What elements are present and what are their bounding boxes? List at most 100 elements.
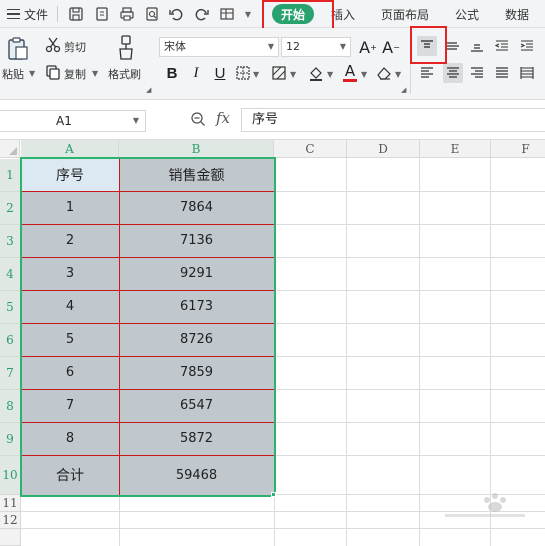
italic-button[interactable]: I <box>185 62 207 84</box>
format-painter-icon[interactable] <box>114 34 138 62</box>
save-icon[interactable] <box>66 0 86 28</box>
print-icon[interactable] <box>117 0 137 28</box>
row-header-5[interactable]: 5 <box>0 291 21 324</box>
clipboard-dialog-launcher-icon[interactable]: ◢ <box>146 86 151 94</box>
scissors-icon[interactable] <box>44 37 62 53</box>
bold-button[interactable]: B <box>161 62 183 84</box>
select-all-corner[interactable] <box>0 140 20 158</box>
gridline <box>274 495 275 546</box>
column-header-b[interactable]: B <box>119 140 274 158</box>
font-size-value: 12 <box>286 40 300 53</box>
chevron-down-icon[interactable]: ▼ <box>361 70 367 79</box>
gridline <box>490 158 491 546</box>
format-painter-button[interactable]: 格式刷 <box>108 66 141 82</box>
align-center-icon <box>447 67 459 78</box>
tab-page-layout[interactable]: 页面布局 <box>381 0 429 28</box>
column-header-f[interactable]: F <box>491 140 545 158</box>
align-middle-icon <box>447 42 459 50</box>
row-header-12[interactable]: 12 <box>0 512 21 529</box>
tab-insert[interactable]: 插入 <box>331 0 355 28</box>
grow-font-icon: A <box>359 37 371 57</box>
fx-icon[interactable]: fx <box>216 109 230 127</box>
column-header-c[interactable]: C <box>274 140 347 158</box>
column-header-a[interactable]: A <box>21 140 119 158</box>
distributed-align-button[interactable] <box>517 63 537 83</box>
row-header-6[interactable]: 6 <box>0 324 21 357</box>
increase-indent-button[interactable] <box>517 36 537 56</box>
justify-button[interactable] <box>492 63 512 83</box>
align-bottom-button[interactable] <box>467 36 487 56</box>
row-header-10[interactable]: 10 <box>0 456 21 495</box>
align-right-button[interactable] <box>467 63 487 83</box>
row-header-9[interactable]: 9 <box>0 423 21 456</box>
chevron-down-icon[interactable]: ▼ <box>242 0 254 28</box>
font-dialog-launcher-icon[interactable]: ◢ <box>401 86 406 94</box>
fill-color-icon[interactable] <box>307 64 325 82</box>
tab-formulas[interactable]: 公式 <box>455 0 479 28</box>
fill-handle[interactable] <box>271 492 276 497</box>
name-box[interactable]: A1 ▼ <box>0 110 146 132</box>
paste-button[interactable]: 粘贴 <box>2 66 24 82</box>
paste-icon[interactable] <box>6 36 30 62</box>
align-left-icon <box>421 67 433 78</box>
chevron-down-icon[interactable]: ▼ <box>290 70 296 79</box>
align-left-button[interactable] <box>417 63 437 83</box>
chevron-down-icon: ▼ <box>132 116 139 125</box>
gridline <box>419 158 420 546</box>
spreadsheet-grid[interactable]: A B C D E F 1 2 3 4 5 6 7 8 9 10 11 12 序… <box>0 140 545 546</box>
gridline <box>274 224 545 225</box>
font-size-select[interactable]: 12 ▼ <box>281 37 351 57</box>
selection-border <box>20 157 276 497</box>
shrink-font-icon: A <box>382 37 394 57</box>
divider <box>57 6 58 22</box>
decrease-indent-button[interactable] <box>492 36 512 56</box>
gridline <box>274 257 545 258</box>
row-header-4[interactable]: 4 <box>0 258 21 291</box>
eraser-icon[interactable] <box>375 64 393 82</box>
align-center-button[interactable] <box>443 63 463 83</box>
print-preview-icon[interactable] <box>142 0 162 28</box>
chevron-down-icon[interactable]: ▼ <box>253 70 259 79</box>
menu-icon[interactable] <box>6 0 20 28</box>
export-pdf-icon[interactable] <box>92 0 112 28</box>
column-header-d[interactable]: D <box>347 140 420 158</box>
table-format-icon[interactable] <box>217 0 237 28</box>
gridline <box>274 455 545 456</box>
redo-icon[interactable] <box>192 0 212 28</box>
tab-data[interactable]: 数据 <box>505 0 529 28</box>
formula-input[interactable]: 序号 <box>241 108 545 132</box>
font-name-select[interactable]: 宋体 ▼ <box>159 37 279 57</box>
indent-icon <box>520 40 533 51</box>
chevron-down-icon: ▼ <box>267 42 274 51</box>
outdent-icon <box>495 40 508 51</box>
align-right-icon <box>471 67 483 78</box>
chevron-down-icon: ▼ <box>339 42 346 51</box>
cut-button[interactable]: 剪切 <box>64 39 86 55</box>
chevron-down-icon[interactable]: ▼ <box>92 69 98 78</box>
chevron-down-icon[interactable]: ▼ <box>327 70 333 79</box>
undo-icon[interactable] <box>166 0 186 28</box>
shrink-font-button[interactable]: A − <box>380 36 402 58</box>
gridline <box>274 389 545 390</box>
copy-icon[interactable] <box>44 64 62 80</box>
grow-font-button[interactable]: A + <box>357 36 379 58</box>
chevron-down-icon[interactable]: ▼ <box>29 69 35 78</box>
fill-pattern-icon[interactable] <box>271 65 287 81</box>
font-color-button[interactable]: A <box>339 60 361 84</box>
row-header-2[interactable]: 2 <box>0 192 21 225</box>
file-menu[interactable]: 文件 <box>24 0 48 28</box>
row-header-3[interactable]: 3 <box>0 225 21 258</box>
copy-button[interactable]: 复制 <box>64 66 86 82</box>
gridline <box>346 158 347 546</box>
row-header-7[interactable]: 7 <box>0 357 21 390</box>
row-header-1[interactable]: 1 <box>0 159 21 192</box>
border-icon[interactable] <box>235 65 251 81</box>
underline-button[interactable]: U <box>209 62 231 84</box>
chevron-down-icon[interactable]: ▼ <box>395 70 401 79</box>
zoom-icon[interactable] <box>190 111 206 130</box>
column-header-e[interactable]: E <box>420 140 491 158</box>
row-header-13[interactable] <box>0 529 21 546</box>
align-bottom-icon <box>471 44 483 52</box>
row-header-8[interactable]: 8 <box>0 390 21 423</box>
row-header-11[interactable]: 11 <box>0 495 21 512</box>
